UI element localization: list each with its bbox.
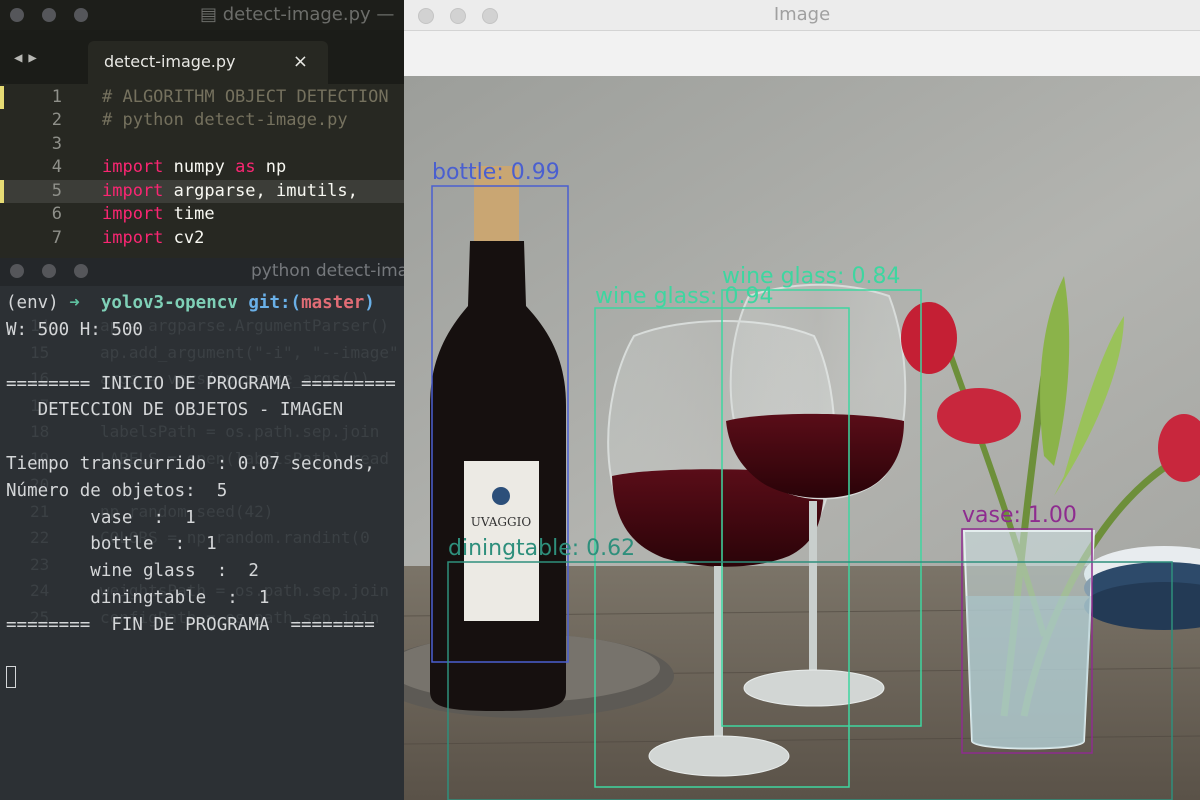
code-line[interactable]: 5 import argparse, imutils, — [0, 180, 405, 204]
editor-window-title: ▤ detect-image.py — — [200, 4, 394, 25]
detection-label: bottle: 0.99 — [432, 160, 560, 185]
editor-title-text: detect-image.py — — [222, 4, 395, 25]
prompt-directory: yolov3-opencv — [100, 293, 238, 313]
terminal-close-button[interactable] — [10, 264, 24, 278]
terminal-output-line: diningtable : 1 — [6, 588, 270, 608]
code-text: import cv2 — [102, 228, 205, 248]
image-window-title: Image — [773, 4, 831, 25]
code-line[interactable]: 4 import numpy as np — [0, 156, 405, 179]
line-number: 6 — [51, 204, 62, 224]
code-text: import numpy as np — [102, 157, 287, 177]
prompt-git-close: ) — [364, 293, 375, 313]
shell-prompt: (env) ➜ yolov3-opencv git:(master) — [6, 293, 375, 313]
terminal-output-line: Número de objetos: 5 — [6, 480, 228, 501]
prompt-branch: master — [301, 293, 365, 313]
line-number: 7 — [51, 228, 62, 248]
svg-text:UVAGGIO: UVAGGIO — [471, 515, 532, 529]
code-line[interactable]: 1 # ALGORITHM OBJECT DETECTION — [0, 86, 405, 109]
code-line[interactable]: 6 import time — [0, 203, 405, 226]
terminal-output-line: W: 500 H: 500 — [6, 320, 143, 340]
tab-detect-image[interactable]: detect-image.py × — [88, 41, 328, 84]
code-line[interactable]: 7 import cv2 — [0, 227, 405, 250]
code-text: # ALGORITHM OBJECT DETECTION — [102, 87, 389, 107]
image-titlebar: Image — [404, 0, 1200, 31]
prompt-git: git:( — [248, 293, 302, 313]
zoom-window-button[interactable] — [74, 8, 88, 22]
terminal-output-line: Tiempo transcurrido : 0.07 seconds, — [6, 454, 375, 474]
code-line[interactable]: 3 — [0, 133, 405, 156]
minimize-window-button[interactable] — [42, 8, 56, 22]
ghost-code-line: ap.add_argument("-i", "--image" — [100, 342, 399, 362]
tulip-flower-2 — [901, 302, 957, 374]
ghost-code-line: ap = argparse.ArgumentParser() — [100, 316, 389, 335]
ghost-code-line: labelsPath = os.path.sep.join — [100, 422, 380, 441]
terminal-minimize-button[interactable] — [42, 264, 56, 278]
code-editor-window: ▤ detect-image.py — ◀▶ detect-image.py ×… — [0, 0, 405, 258]
close-window-button[interactable] — [10, 8, 24, 22]
terminal-titlebar: python detect-image.py — [0, 258, 405, 286]
python-file-icon: ▤ — [200, 4, 223, 25]
detection-label: wine glass: 0.94 — [595, 284, 773, 309]
code-text: # python detect-image.py — [102, 110, 348, 130]
tab-navigation-arrows[interactable]: ◀▶ — [14, 50, 43, 66]
prompt-arrow-icon: ➜ — [69, 293, 80, 313]
terminal-output-line: bottle : 1 — [6, 534, 217, 555]
line-number: 3 — [51, 134, 62, 154]
terminal-output-line: ======== FIN DE PROGRAMA ======== — [6, 614, 375, 635]
line-number: 2 — [51, 110, 62, 130]
terminal-output-line: DETECCION DE OBJETOS - IMAGEN — [6, 400, 344, 421]
line-number: 1 — [51, 87, 62, 107]
terminal-output-line: ======== INICIO DE PROGRAMA ========= — [6, 373, 396, 394]
detection-label: diningtable: 0.62 — [448, 536, 635, 561]
prompt-env: (env) — [6, 293, 59, 313]
terminal-cursor — [6, 666, 16, 688]
ghost-line-number: 18 — [30, 422, 50, 441]
ghost-line-number: 15 — [30, 342, 50, 362]
detection-label: vase: 1.00 — [962, 503, 1077, 528]
line-number: 5 — [51, 181, 62, 201]
terminal-window-title: python detect-image.py — [251, 261, 405, 281]
terminal-output-line: wine glass : 2 — [6, 561, 259, 582]
detection-photo: UVAGGIO bottle: 0.99 wine glass: 0.84 wi… — [404, 76, 1200, 800]
image-toolbar — [404, 31, 1200, 76]
line-number: 4 — [51, 157, 62, 177]
editor-titlebar: ▤ detect-image.py — — [0, 0, 405, 30]
terminal-window: python detect-image.py 14ap = argparse.A… — [0, 258, 405, 800]
code-text: import time — [102, 204, 215, 224]
close-tab-icon[interactable]: × — [293, 51, 308, 72]
code-text: import argparse, imutils, — [102, 181, 358, 201]
image-viewer-window: Image UVAGGIO bottle: 0.99 wine glass: 0… — [404, 0, 1200, 800]
terminal-output-line: vase : 1 — [6, 507, 196, 528]
terminal-zoom-button[interactable] — [74, 264, 88, 278]
tab-label: detect-image.py — [104, 52, 236, 71]
tulip-flower-1 — [937, 388, 1021, 444]
code-line[interactable]: 2 # python detect-image.py — [0, 109, 405, 132]
